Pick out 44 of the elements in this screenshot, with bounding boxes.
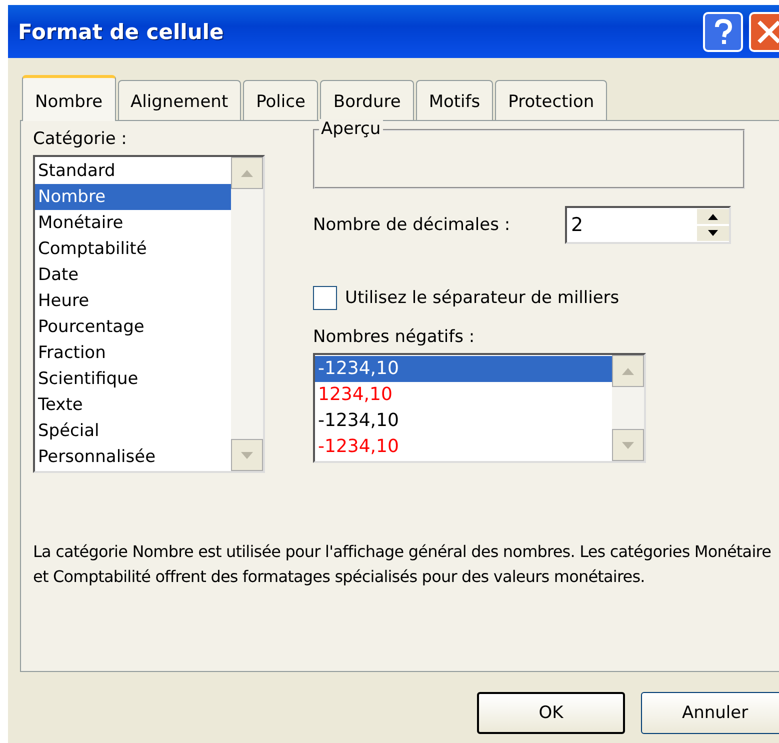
negative-format-item[interactable]: -1234,10 [315, 356, 612, 382]
ok-button[interactable]: OK [477, 692, 625, 734]
decimals-label: Nombre de décimales : [313, 215, 512, 235]
category-item[interactable]: Pourcentage [35, 314, 231, 340]
tab[interactable]: Bordure [320, 80, 414, 120]
category-item[interactable]: Spécial [35, 418, 231, 444]
scroll-down-icon[interactable] [231, 439, 263, 471]
category-item[interactable]: Heure [35, 288, 231, 314]
tab[interactable]: Nombre [22, 75, 116, 121]
thousands-checkbox[interactable]: Utilisez le séparateur de milliers [313, 285, 745, 311]
category-list[interactable]: Standard Nombre Monétaire Comptabilité Date Heure Pourcentage Fraction Scientifique Texte Spécial Personnalisée [33, 155, 265, 473]
scrollbar[interactable] [231, 157, 263, 471]
category-item[interactable]: Fraction [35, 340, 231, 366]
close-icon[interactable] [749, 12, 779, 52]
negative-format-item[interactable]: 1234,10 [315, 382, 612, 408]
scroll-up-icon[interactable] [231, 157, 263, 189]
negative-numbers-label: Nombres négatifs : [313, 327, 476, 349]
decimals-spinbox[interactable]: 2 [565, 206, 731, 244]
tab[interactable]: Protection [495, 80, 608, 120]
description-text: La catégorie Nombre est utilisée pour l'affichage général des nombres. Les catégories Monétaire et Comptabilité offrent des formatages spécialisés pour des valeurs monétaires. [33, 541, 772, 588]
spin-arrows-icon[interactable] [697, 209, 729, 241]
negative-format-item[interactable]: -1234,10 [315, 434, 612, 460]
category-label: Catégorie : [33, 129, 128, 151]
category-item[interactable]: Nombre [35, 184, 231, 210]
tab[interactable]: Alignement [118, 80, 242, 120]
category-item[interactable]: Texte [35, 392, 231, 418]
scroll-down-icon[interactable] [612, 429, 644, 461]
tab[interactable]: Police [243, 80, 318, 120]
negative-numbers-list[interactable]: -1234,10 1234,10 -1234,10 -1234,10 [313, 353, 646, 463]
cancel-button[interactable]: Annuler [641, 692, 779, 734]
category-item[interactable]: Standard [35, 158, 231, 184]
category-item[interactable]: Comptabilité [35, 236, 231, 262]
negative-format-item[interactable]: -1234,10 [315, 408, 612, 434]
scroll-up-icon[interactable] [612, 355, 644, 387]
category-item[interactable]: Date [35, 262, 231, 288]
checkbox[interactable] [313, 286, 337, 310]
category-item[interactable]: Monétaire [35, 210, 231, 236]
category-item[interactable]: Personnalisée [35, 444, 231, 470]
help-icon[interactable] [703, 12, 743, 52]
tab[interactable]: Motifs [416, 80, 494, 120]
preview-label: Aperçu [319, 119, 383, 139]
window-title: Format de cellule [17, 20, 224, 44]
category-item[interactable]: Scientifique [35, 366, 231, 392]
scrollbar[interactable] [612, 355, 644, 461]
